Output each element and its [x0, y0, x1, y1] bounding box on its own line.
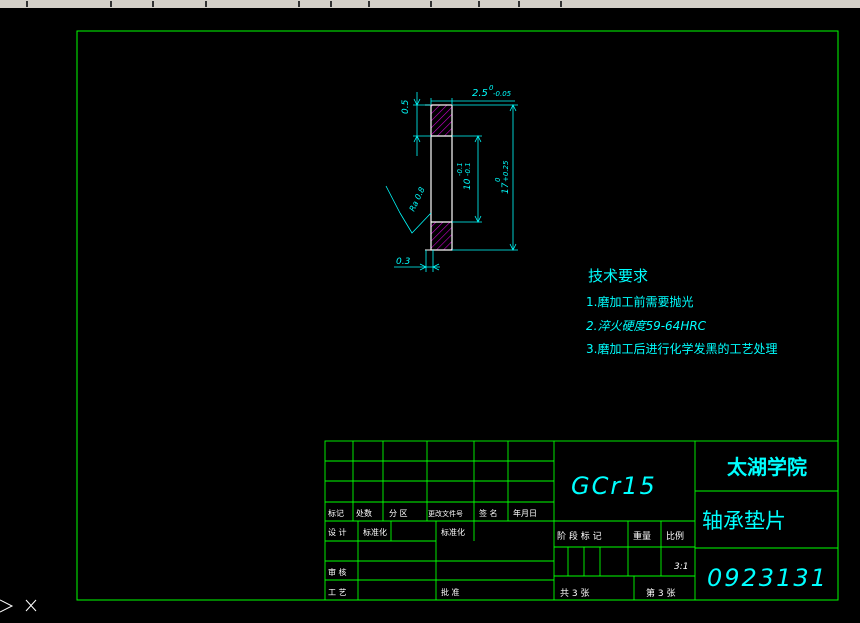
title-block-text: 标记 处数 分 区 更改文件号 签 名 年月日 设 计 标准化 标准化 审 核 … [328, 455, 828, 599]
label-stage: 阶 段 标 记 [557, 530, 602, 542]
part-section-view [425, 104, 453, 251]
dim-inner-sub: -0.1 [464, 162, 472, 176]
label-weight: 重量 [633, 530, 651, 542]
label-standardize-2: 标准化 [441, 527, 465, 537]
dim-outer: 17 [501, 182, 511, 194]
label-approve: 批 准 [441, 587, 460, 597]
dim-bottom-width: 0.3 [396, 257, 411, 267]
technical-requirements: 技术要求 1.磨加工前需要抛光 2.淬火硬度59-64HRC 3.磨加工后进行化… [586, 267, 777, 356]
label-date: 年月日 [513, 508, 537, 518]
sheet-number: 第 3 张 [646, 587, 675, 599]
label-change-doc: 更改文件号 [428, 509, 463, 518]
dim-top-width: 2.5 [472, 88, 488, 99]
label-zone: 分 区 [389, 509, 408, 518]
dim-left-top: 0.5 [401, 99, 411, 114]
dim-inner: 10 [463, 178, 473, 190]
dim-outer-sub: +0.25 [502, 160, 510, 182]
cad-drawing[interactable]: 2.5 0 -0.05 0.5 10 -0.1 -0.1 17 0 +0.25 … [0, 0, 860, 623]
tech-item-2: 2.淬火硬度59-64HRC [586, 319, 707, 333]
tech-title: 技术要求 [588, 267, 648, 285]
label-design: 设 计 [328, 527, 347, 537]
label-mark: 标记 [328, 508, 344, 518]
dim-top-sub: -0.05 [493, 90, 512, 98]
tech-item-1: 1.磨加工前需要抛光 [586, 294, 693, 309]
material: GCr15 [571, 472, 657, 500]
roughness-label: Ra 0.8 [408, 186, 427, 213]
label-sign: 签 名 [479, 508, 498, 518]
scale-value: 3:1 [674, 562, 688, 572]
drawing-number: 0923131 [707, 564, 828, 592]
label-standardize-1: 标准化 [363, 527, 387, 537]
school-name: 太湖学院 [727, 455, 807, 479]
hatch-top [431, 105, 452, 136]
label-scale: 比例 [666, 530, 684, 542]
ucs-icon [0, 599, 37, 613]
tech-item-3: 3.磨加工后进行化学发黑的工艺处理 [586, 341, 777, 356]
label-process: 工 艺 [328, 588, 347, 597]
label-review: 审 核 [328, 567, 347, 577]
dimension-labels: 2.5 0 -0.05 0.5 10 -0.1 -0.1 17 0 +0.25 … [396, 84, 512, 267]
sheet-count: 共 3 张 [560, 588, 589, 599]
hatch-bottom [431, 222, 452, 250]
dim-inner-sup: -0.1 [456, 162, 464, 176]
dim-outer-sup: 0 [494, 177, 502, 182]
label-count: 处数 [356, 508, 372, 518]
part-name: 轴承垫片 [702, 509, 786, 533]
